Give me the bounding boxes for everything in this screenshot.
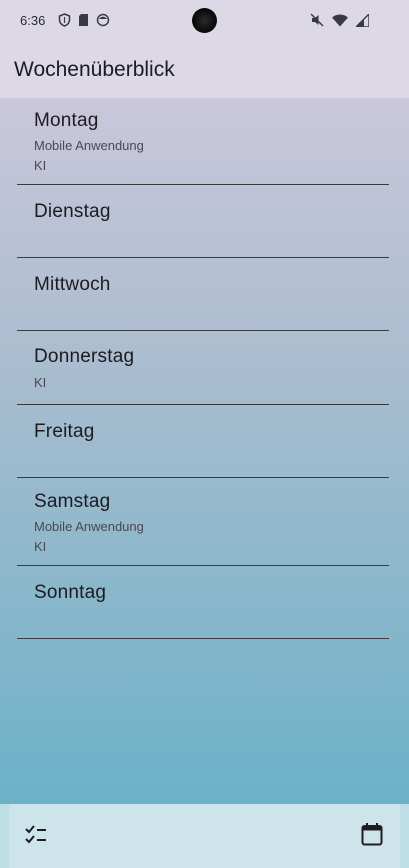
day-name: Mittwoch	[34, 274, 111, 295]
day-list: Montag Mobile Anwendung KI Dienstag Mitt…	[17, 98, 389, 639]
day-item-freitag[interactable]: Freitag	[17, 405, 389, 478]
day-entry: KI	[34, 158, 47, 173]
day-item-samstag[interactable]: Samstag Mobile Anwendung KI	[17, 478, 389, 566]
wifi-icon	[332, 14, 348, 27]
checklist-icon	[24, 823, 48, 850]
signal-icon	[356, 13, 369, 27]
calendar-icon	[361, 822, 383, 851]
status-icons-left	[58, 13, 110, 27]
day-name: Dienstag	[34, 201, 111, 222]
day-item-donnerstag[interactable]: Donnerstag KI	[17, 331, 389, 405]
bottom-navigation-surface	[9, 804, 400, 868]
shield-icon	[58, 13, 71, 27]
day-item-mittwoch[interactable]: Mittwoch	[17, 258, 389, 331]
tasks-button[interactable]	[22, 822, 50, 850]
day-name: Donnerstag	[34, 346, 135, 367]
sd-card-icon	[78, 13, 89, 27]
day-entry: Mobile Anwendung	[34, 138, 144, 153]
bottom-navigation-bar	[0, 804, 409, 868]
day-name: Montag	[34, 110, 99, 131]
day-name: Samstag	[34, 491, 111, 512]
status-time: 6:36	[20, 13, 46, 28]
screen: 6:36 Wochenüberblick Montag Mobile Anwen…	[0, 0, 409, 868]
app-bar: Wochenüberblick	[0, 42, 409, 98]
status-icons-right	[310, 13, 369, 27]
day-item-dienstag[interactable]: Dienstag	[17, 185, 389, 258]
week-overview-content: Montag Mobile Anwendung KI Dienstag Mitt…	[0, 98, 409, 804]
face-icon	[96, 13, 110, 27]
status-bar: 6:36	[0, 0, 409, 42]
day-name: Sonntag	[34, 582, 107, 603]
mute-icon	[310, 13, 324, 27]
day-name: Freitag	[34, 421, 95, 442]
day-item-montag[interactable]: Montag Mobile Anwendung KI	[17, 98, 389, 185]
page-title: Wochenüberblick	[14, 58, 175, 81]
day-entry: KI	[34, 539, 47, 554]
front-camera	[192, 8, 217, 33]
day-item-sonntag[interactable]: Sonntag	[17, 566, 389, 639]
day-entry: Mobile Anwendung	[34, 519, 144, 534]
calendar-button[interactable]	[358, 822, 386, 850]
day-entry: KI	[34, 375, 47, 390]
